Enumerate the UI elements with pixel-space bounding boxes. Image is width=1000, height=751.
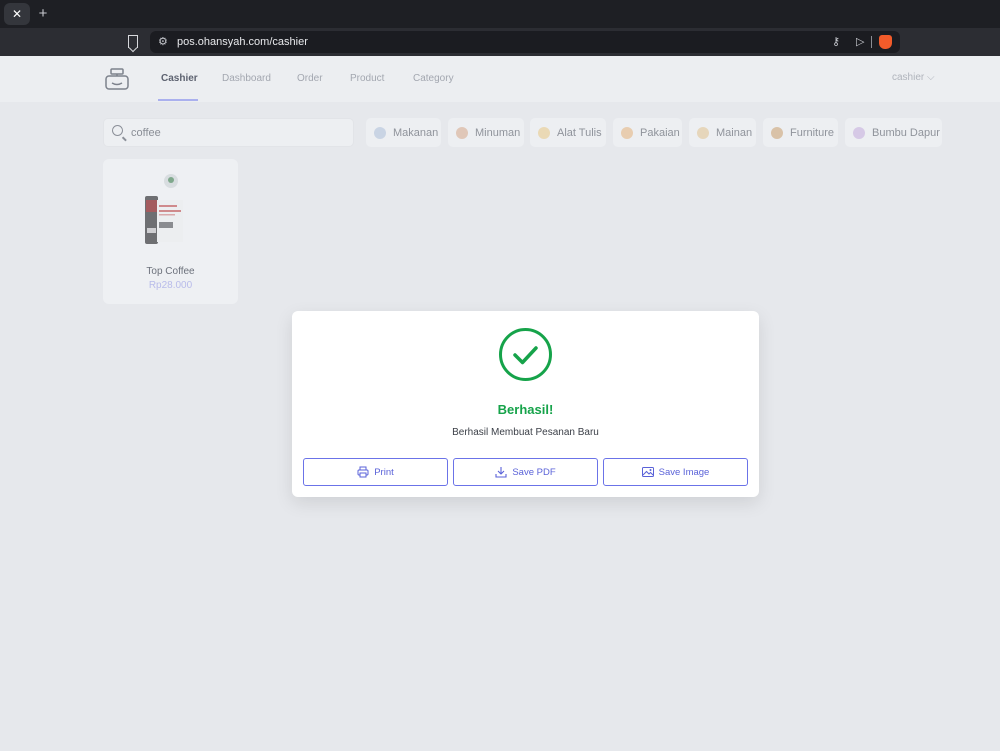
category-label: Furniture bbox=[790, 126, 835, 139]
site-settings-icon[interactable]: ⚙ bbox=[158, 34, 168, 50]
product-image bbox=[145, 174, 183, 244]
brave-shield-icon[interactable] bbox=[879, 35, 892, 49]
active-tab-indicator bbox=[158, 99, 198, 101]
category-makanan[interactable]: Makanan bbox=[366, 118, 441, 147]
user-name: cashier bbox=[892, 72, 925, 83]
category-bumbu-dapur[interactable]: Bumbu Dapur bbox=[845, 118, 942, 147]
chevron-down-icon: ⌵ bbox=[927, 72, 935, 83]
print-button[interactable]: Print bbox=[303, 458, 448, 486]
product-name: Top Coffee bbox=[146, 266, 195, 277]
nav-product[interactable]: Product bbox=[350, 73, 384, 85]
category-label: Bumbu Dapur bbox=[872, 126, 940, 139]
category-mainan[interactable]: Mainan bbox=[689, 118, 756, 147]
bookmark-icon[interactable] bbox=[128, 35, 138, 48]
modal-message: Berhasil Membuat Pesanan Baru bbox=[452, 427, 599, 438]
category-minuman[interactable]: Minuman bbox=[448, 118, 524, 147]
save-image-button[interactable]: Save Image bbox=[603, 458, 748, 486]
category-label: Minuman bbox=[475, 126, 521, 139]
search-box[interactable] bbox=[103, 118, 354, 147]
print-button-label: Print bbox=[374, 466, 394, 478]
url-text[interactable]: pos.ohansyah.com/cashier bbox=[177, 35, 308, 49]
search-input[interactable] bbox=[131, 125, 341, 141]
nav-category[interactable]: Category bbox=[413, 73, 454, 85]
category-label: Mainan bbox=[716, 126, 753, 139]
close-tab-icon[interactable]: ✕ bbox=[4, 3, 30, 25]
success-check-icon bbox=[499, 328, 552, 381]
search-icon bbox=[112, 125, 123, 136]
save-image-button-label: Save Image bbox=[658, 466, 710, 478]
browser-address-bar: ⚙ pos.ohansyah.com/cashier ⚷ ▷ bbox=[0, 28, 1000, 56]
send-icon[interactable]: ▷ bbox=[856, 34, 864, 50]
nav-order[interactable]: Order bbox=[297, 73, 323, 85]
success-modal: Berhasil! Berhasil Membuat Pesanan Baru … bbox=[292, 311, 759, 497]
product-card[interactable]: Top Coffee Rp28.000 bbox=[103, 159, 238, 304]
category-furniture[interactable]: Furniture bbox=[763, 118, 838, 147]
url-field[interactable]: ⚙ pos.ohansyah.com/cashier ⚷ ▷ bbox=[150, 31, 900, 53]
drink-icon bbox=[456, 126, 468, 139]
divider bbox=[871, 36, 872, 48]
new-tab-icon[interactable]: + bbox=[36, 3, 50, 25]
cash-register-logo-icon bbox=[105, 68, 129, 90]
category-label: Makanan bbox=[393, 126, 439, 139]
download-icon bbox=[495, 467, 507, 478]
user-menu[interactable]: cashier ⌵ bbox=[892, 72, 935, 84]
furniture-icon bbox=[771, 126, 783, 139]
save-pdf-button-label: Save PDF bbox=[512, 466, 556, 478]
spice-icon bbox=[853, 126, 865, 139]
browser-tab-bar: ✕ + bbox=[0, 0, 1000, 28]
nav-cashier[interactable]: Cashier bbox=[161, 73, 198, 85]
nav-dashboard[interactable]: Dashboard bbox=[222, 73, 271, 85]
save-pdf-button[interactable]: Save PDF bbox=[453, 458, 598, 486]
category-alat-tulis[interactable]: Alat Tulis bbox=[530, 118, 606, 147]
modal-title: Berhasil! bbox=[497, 402, 554, 417]
food-icon bbox=[374, 126, 386, 139]
key-icon[interactable]: ⚷ bbox=[832, 34, 840, 50]
product-price: Rp28.000 bbox=[148, 280, 193, 291]
category-pakaian[interactable]: Pakaian bbox=[613, 118, 682, 147]
toy-icon bbox=[697, 126, 709, 139]
app-nav: Cashier Dashboard Order Product Category… bbox=[0, 56, 1000, 102]
category-label: Alat Tulis bbox=[557, 126, 602, 139]
clothing-icon bbox=[621, 126, 633, 139]
printer-icon bbox=[357, 466, 369, 478]
category-label: Pakaian bbox=[640, 126, 680, 139]
stationery-icon bbox=[538, 126, 550, 139]
image-icon bbox=[641, 467, 654, 477]
